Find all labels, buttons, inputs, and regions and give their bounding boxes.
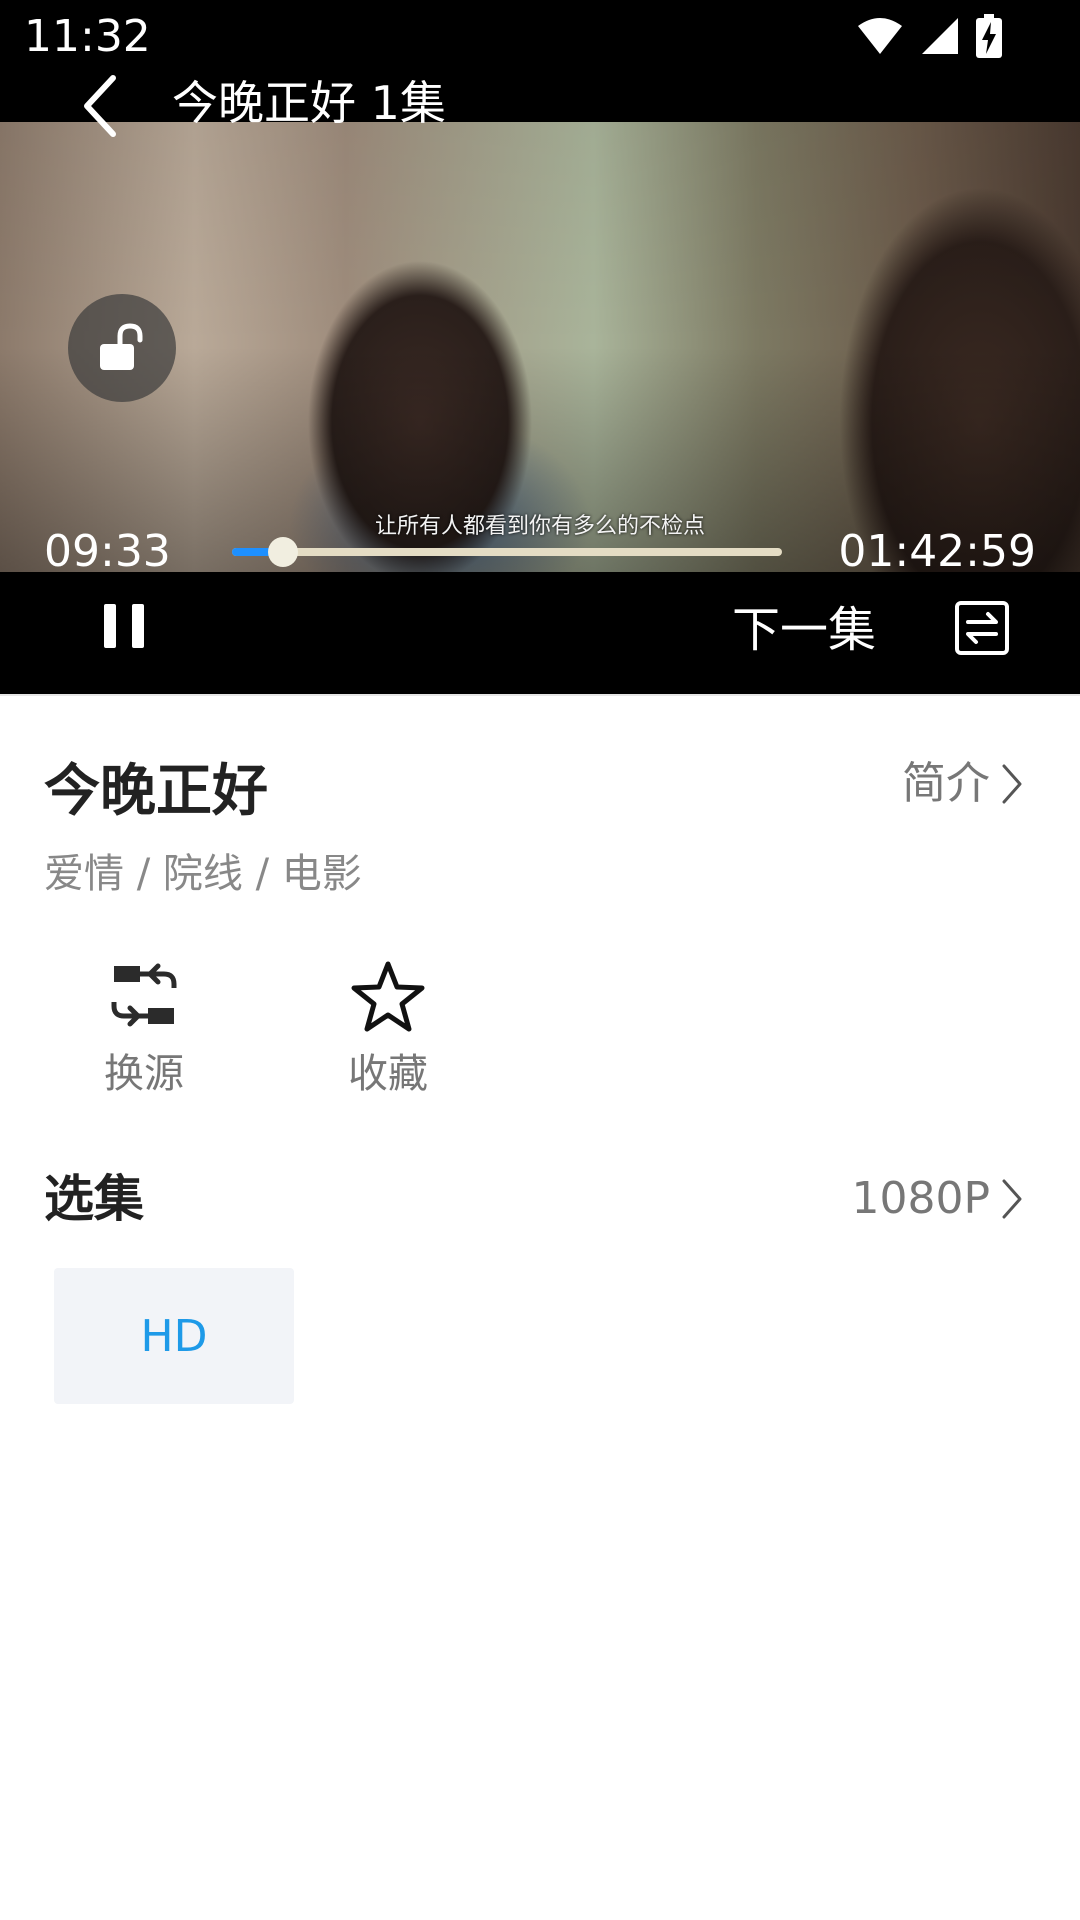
status-bar: 11:32 (0, 0, 1080, 74)
progress-bar[interactable] (232, 537, 782, 567)
player-top-bar (0, 74, 1080, 122)
unlock-icon (100, 323, 143, 370)
swap-source-icon (111, 963, 177, 1027)
episode-chip[interactable]: HD (54, 1268, 294, 1404)
battery-charging-icon (976, 14, 1002, 58)
player-controls: 下一集 (0, 572, 1080, 694)
back-arrow-icon (84, 75, 116, 137)
quality-label: 1080P (851, 1173, 990, 1224)
status-icons (856, 14, 1002, 58)
show-title: 今晚正好 (44, 759, 268, 824)
switch-icon (955, 601, 1009, 655)
wifi-icon (858, 18, 902, 54)
episodes-title: 选集 (44, 1170, 144, 1228)
lock-button[interactable] (68, 294, 176, 402)
switch-icon-button[interactable] (954, 600, 1010, 656)
status-time: 11:32 (24, 11, 151, 62)
next-episode-button[interactable]: 下一集 (732, 600, 876, 660)
favorite-label: 收藏 (348, 1051, 428, 1097)
progress-knob[interactable] (268, 537, 299, 567)
pause-bar-right (132, 604, 144, 648)
player-title: 今晚正好 1集 (172, 76, 446, 130)
signal-icon (922, 18, 958, 54)
quality-selector[interactable]: 1080P (851, 1166, 1024, 1232)
video-player[interactable]: 今晚正好 1集 让所有人都看到你有多么的不检点 09:33 01:42:59 下… (0, 74, 1080, 694)
favorite-button[interactable]: 收藏 (318, 958, 458, 1102)
swap-source-label: 换源 (104, 1051, 184, 1097)
chevron-right-icon (1002, 764, 1022, 804)
swap-source-button[interactable]: 换源 (74, 958, 214, 1102)
intro-label: 简介 (902, 758, 990, 809)
pause-button[interactable] (98, 598, 150, 658)
star-icon (351, 961, 425, 1032)
pause-bar-left (104, 604, 116, 648)
chevron-right-icon (1002, 1179, 1022, 1219)
back-button[interactable] (64, 74, 134, 146)
details-panel: 今晚正好 简介 爱情 / 院线 / 电影 换源 收藏 选集 1080P HD (0, 694, 1080, 1920)
intro-link[interactable]: 简介 (902, 752, 1024, 816)
genre-tags: 爱情 / 院线 / 电影 (44, 851, 362, 897)
